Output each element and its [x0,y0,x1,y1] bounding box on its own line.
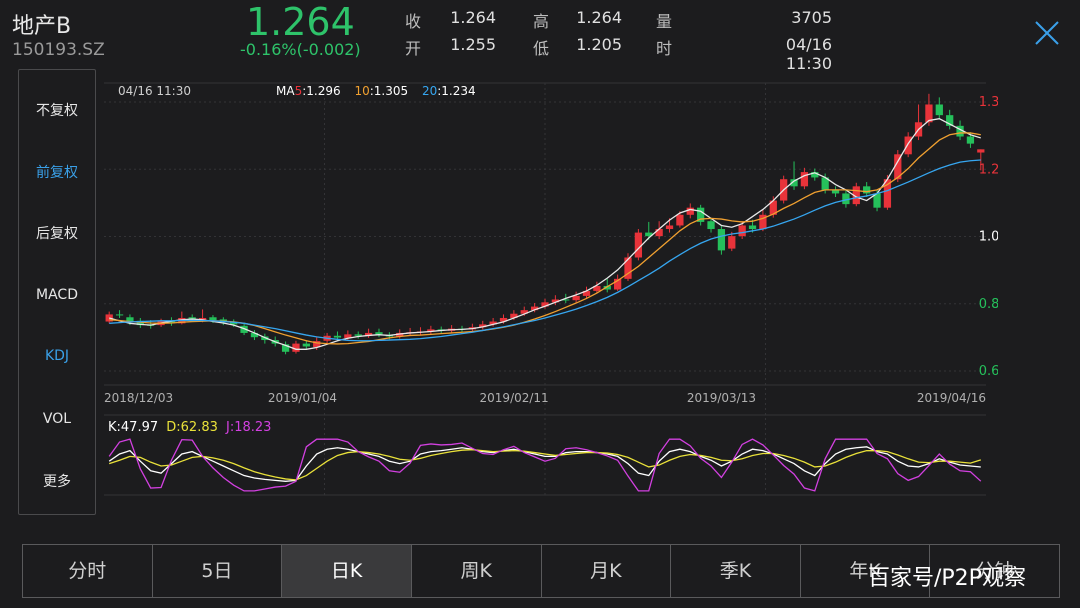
candle-body [686,207,694,215]
low-value: 1.205 [576,35,622,54]
sidebar-item-vol[interactable]: VOL [19,411,95,427]
time-value: 04/16 11:30 [785,35,832,73]
sidebar-item-no-adjust[interactable]: 不复权 [19,100,95,120]
candle-body [302,343,310,347]
open-value: 1.255 [450,35,496,54]
stock-code: 150193.SZ [12,40,105,60]
candle-body [707,221,715,230]
time-label: 时 [656,39,673,58]
candle-body [748,225,757,230]
kdj-d-value: D:62.83 [166,420,218,435]
sidebar-item-macd[interactable]: MACD [19,287,95,303]
volume-label: 量 [656,12,673,31]
candle-body [717,229,726,251]
sidebar-item-backward-adjust[interactable]: 后复权 [19,223,95,243]
chart-date: 04/16 11:30 [118,84,191,98]
ma10-label: 10 [354,84,369,98]
candle-body [572,295,580,301]
candle-body [728,236,736,249]
tab-5day[interactable]: 5日 [153,545,283,597]
close-button[interactable] [1032,18,1062,48]
x-tick-label: 2019/01/04 [268,391,337,405]
kdj-j-value: J:18.23 [225,420,271,435]
ma20-label: 20 [422,84,437,98]
volume-value: 3705 [791,8,832,27]
stock-name: 地产B [12,14,72,39]
close-icon [1035,21,1059,45]
tab-monthly-k[interactable]: 月K [542,545,672,597]
candle-body [634,232,643,258]
y-axis-ticks: 1.397 1.208 1.019 0.830 0.641 [979,95,998,379]
x-axis-ticks: 2018/12/03 2019/01/04 2019/02/11 2019/03/13… [104,391,986,405]
candle-body [655,229,663,237]
candle-body [375,332,383,335]
candle-body [863,186,871,194]
high-value: 1.264 [576,8,622,27]
candle-body [966,136,975,144]
x-tick-label: 2019/02/11 [480,391,549,405]
candle-body [935,104,943,116]
sidebar-item-kdj[interactable]: KDJ [19,348,95,364]
candle-body [333,335,342,338]
candle-body [665,225,674,230]
y-tick-label: 1.397 [979,95,998,110]
candle-body [115,314,124,316]
candle-body [977,149,985,153]
ma-prefix: MA [276,84,295,98]
y-tick-label: 0.830 [979,297,998,312]
x-tick-label: 2019/04/16 [917,391,986,405]
y-tick-label: 0.641 [979,364,998,379]
tab-weekly-k[interactable]: 周K [412,545,542,597]
kdj-legend: K:47.97 D:62.83 J:18.23 [108,420,271,435]
candle-body [676,214,684,226]
close-value: 1.264 [450,8,496,27]
price-change: -0.16%(-0.002) [240,40,361,59]
tab-quarterly-k[interactable]: 季K [671,545,801,597]
y-tick-label: 1.208 [979,162,998,177]
ma-legend: MA5:1.296 10:1.305 20:1.234 [276,84,476,98]
tab-intraday[interactable]: 分时 [23,545,153,597]
x-tick-label: 2019/03/13 [687,391,756,405]
current-price: 1.264 [246,0,355,44]
ma5-value: :1.296 [302,84,340,98]
kline-chart[interactable]: 04/16 11:30 MA5:1.296 10:1.305 20:1.234 … [98,75,998,515]
indicator-sidebar: 不复权 前复权 后复权 MACD KDJ VOL 更多 [18,69,96,515]
ma10-value: :1.305 [370,84,408,98]
candle-body [354,334,362,336]
ma5-label: 5 [295,84,303,98]
watermark: 百家号/P2P观察 [868,566,1026,591]
kdj-k-value: K:47.97 [108,420,158,435]
candle-body [738,225,746,237]
candle-body [209,317,217,321]
ma20-value: :1.234 [437,84,475,98]
sidebar-item-more[interactable]: 更多 [19,471,95,491]
y-tick-label: 1.019 [979,230,998,245]
tab-daily-k[interactable]: 日K [282,545,412,597]
x-tick-label: 2018/12/03 [104,391,173,405]
sidebar-item-forward-adjust[interactable]: 前复权 [19,162,95,182]
candle-body [800,172,809,187]
